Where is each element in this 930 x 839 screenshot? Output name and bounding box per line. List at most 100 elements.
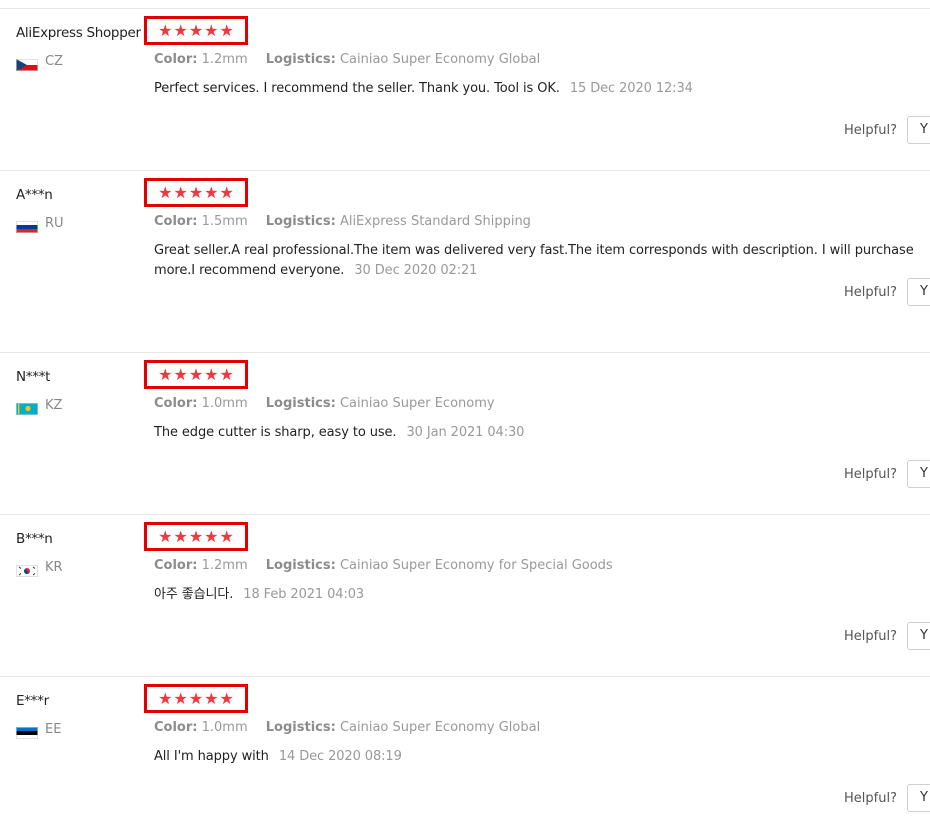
star-icon: ★: [204, 688, 219, 708]
flag-kz-icon: [16, 400, 38, 415]
star-icon: ★: [158, 688, 173, 708]
review-item: AliExpress Shopper CZ ★ ★ ★ ★ ★ Color: 1…: [0, 8, 930, 171]
review-item: E***r EE ★ ★ ★ ★ ★ Color: 1.0mm Logistic…: [0, 676, 930, 839]
review-date: 30 Dec 2020 02:21: [354, 263, 478, 278]
country-code: KZ: [45, 398, 63, 413]
star-icon: ★: [219, 364, 234, 384]
country-code: EE: [45, 722, 62, 737]
country-code: KR: [45, 560, 63, 575]
star-rating-highlight: ★ ★ ★ ★ ★: [144, 178, 248, 207]
color-value: 1.2mm: [201, 558, 248, 573]
logistics-label: Logistics:: [265, 52, 336, 67]
logistics-value: Cainiao Super Economy Global: [339, 720, 541, 735]
review-text: Perfect services. I recommend the seller…: [154, 81, 560, 96]
review-item: N***t KZ ★ ★ ★ ★ ★ Color: 1.0mm Logistic…: [0, 352, 930, 515]
color-value: 1.0mm: [201, 720, 248, 735]
review-body: Perfect services. I recommend the seller…: [154, 79, 930, 99]
color-label: Color:: [154, 214, 198, 229]
star-icon: ★: [219, 688, 234, 708]
country-code: CZ: [45, 54, 63, 69]
logistics-label: Logistics:: [265, 214, 336, 229]
color-label: Color:: [154, 558, 198, 573]
review-text: 아주 좋습니다.: [154, 587, 234, 602]
review-text: Great seller.A real professional.The ite…: [154, 243, 914, 278]
star-icon: ★: [204, 182, 219, 202]
logistics-value: Cainiao Super Economy for Special Goods: [339, 558, 613, 573]
reviewer-country: EE: [16, 722, 62, 739]
star-icon: ★: [158, 20, 173, 40]
star-icon: ★: [219, 526, 234, 546]
star-icon: ★: [158, 364, 173, 384]
review-body: The edge cutter is sharp, easy to use. 3…: [154, 423, 930, 443]
star-icon: ★: [188, 364, 204, 384]
star-icon: ★: [173, 20, 188, 40]
sku-info: Color: 1.5mm Logistics: AliExpress Stand…: [154, 214, 531, 229]
helpful-yes-button[interactable]: Y: [907, 278, 930, 306]
review-item: B***n KR ★ ★ ★ ★ ★ Color: 1.2mm Logistic…: [0, 514, 930, 677]
star-icon: ★: [188, 688, 204, 708]
color-value: 1.5mm: [201, 214, 248, 229]
sku-info: Color: 1.2mm Logistics: Cainiao Super Ec…: [154, 558, 613, 573]
helpful-label: Helpful?: [844, 467, 897, 482]
star-icon: ★: [173, 182, 188, 202]
flag-ru-icon: [16, 218, 38, 233]
star-icon: ★: [188, 182, 204, 202]
logistics-value: Cainiao Super Economy: [339, 396, 495, 411]
helpful-label: Helpful?: [844, 791, 897, 806]
reviewer-name: A***n: [16, 187, 53, 203]
color-label: Color:: [154, 720, 198, 735]
reviewer-name: E***r: [16, 693, 49, 709]
helpful-label: Helpful?: [844, 285, 897, 300]
reviewer-name: B***n: [16, 531, 53, 547]
sku-info: Color: 1.0mm Logistics: Cainiao Super Ec…: [154, 396, 495, 411]
helpful-yes-button[interactable]: Y: [907, 622, 930, 650]
logistics-label: Logistics:: [265, 396, 336, 411]
review-text: All I'm happy with: [154, 749, 269, 764]
flag-cz-icon: [16, 56, 38, 71]
review-body: All I'm happy with 14 Dec 2020 08:19: [154, 747, 930, 767]
helpful-yes-button[interactable]: Y: [907, 784, 930, 812]
reviewer-country: KZ: [16, 398, 63, 415]
review-date: 30 Jan 2021 04:30: [406, 425, 525, 440]
sku-info: Color: 1.2mm Logistics: Cainiao Super Ec…: [154, 52, 540, 67]
review-item: A***n RU ★ ★ ★ ★ ★ Color: 1.5mm Logistic…: [0, 170, 930, 333]
review-body: 아주 좋습니다. 18 Feb 2021 04:03: [154, 585, 930, 605]
star-icon: ★: [188, 526, 204, 546]
color-label: Color:: [154, 52, 198, 67]
color-label: Color:: [154, 396, 198, 411]
helpful-yes-button[interactable]: Y: [907, 460, 930, 488]
star-icon: ★: [173, 364, 188, 384]
logistics-value: Cainiao Super Economy Global: [339, 52, 541, 67]
star-rating-highlight: ★ ★ ★ ★ ★: [144, 684, 248, 713]
reviewer-name: N***t: [16, 369, 51, 385]
review-body: Great seller.A real professional.The ite…: [154, 241, 930, 281]
helpful-label: Helpful?: [844, 629, 897, 644]
logistics-label: Logistics:: [265, 558, 336, 573]
review-date: 15 Dec 2020 12:34: [569, 81, 693, 96]
helpful-label: Helpful?: [844, 123, 897, 138]
star-icon: ★: [173, 526, 188, 546]
review-date: 14 Dec 2020 08:19: [278, 749, 402, 764]
star-icon: ★: [204, 364, 219, 384]
reviewer-country: KR: [16, 560, 63, 577]
flag-kr-icon: [16, 562, 38, 577]
logistics-value: AliExpress Standard Shipping: [339, 214, 531, 229]
star-icon: ★: [219, 20, 234, 40]
star-rating-highlight: ★ ★ ★ ★ ★: [144, 522, 248, 551]
reviewer-country: CZ: [16, 54, 63, 71]
star-icon: ★: [204, 20, 219, 40]
star-icon: ★: [188, 20, 204, 40]
sku-info: Color: 1.0mm Logistics: Cainiao Super Ec…: [154, 720, 540, 735]
color-value: 1.0mm: [201, 396, 248, 411]
star-rating-highlight: ★ ★ ★ ★ ★: [144, 360, 248, 389]
flag-ee-icon: [16, 724, 38, 739]
logistics-label: Logistics:: [265, 720, 336, 735]
star-icon: ★: [158, 526, 173, 546]
star-icon: ★: [173, 688, 188, 708]
color-value: 1.2mm: [201, 52, 248, 67]
helpful-yes-button[interactable]: Y: [907, 116, 930, 144]
reviewer-country: RU: [16, 216, 64, 233]
review-date: 18 Feb 2021 04:03: [243, 587, 365, 602]
star-icon: ★: [219, 182, 234, 202]
review-text: The edge cutter is sharp, easy to use.: [154, 425, 397, 440]
